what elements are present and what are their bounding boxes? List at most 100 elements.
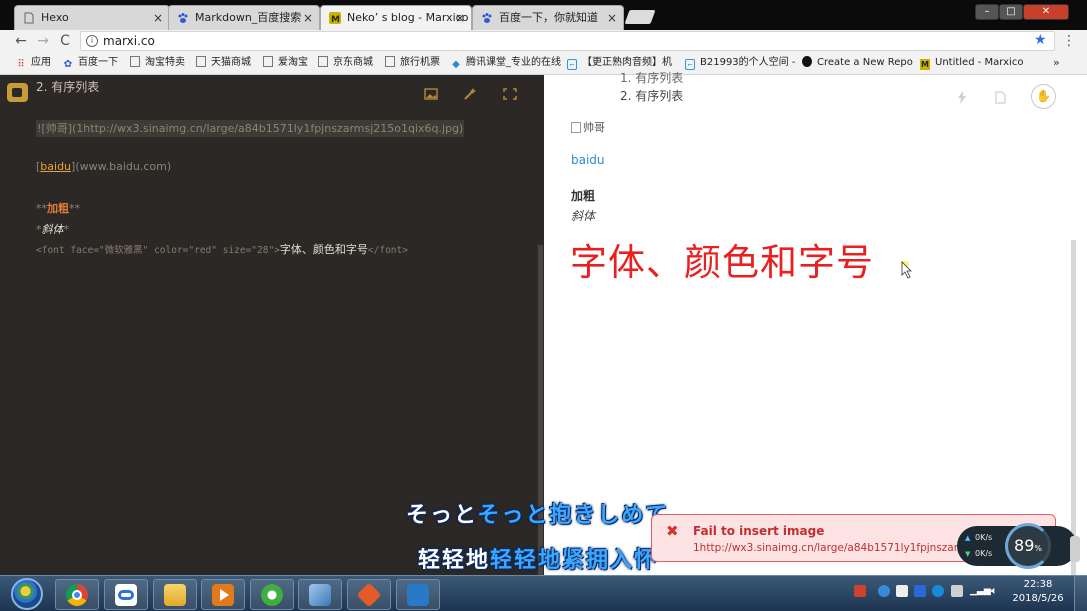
clock-date: 2018/5/26 (1012, 593, 1064, 604)
taskbar-app-blue[interactable] (298, 579, 342, 610)
image-alt-text: 帅哥 (583, 121, 605, 134)
tray-sogou-icon[interactable] (854, 585, 866, 597)
bookmark-tencent-classroom[interactable]: ◆ 腾讯课堂_专业的在线 (451, 56, 561, 70)
bookmark-tmall[interactable]: 天猫商城 (196, 56, 251, 70)
new-tab-button[interactable] (624, 10, 656, 24)
browser-titlebar: Hexo × Markdown_百度搜索 × M Neko’ s blog - … (0, 0, 1087, 31)
broken-image-icon (571, 122, 581, 133)
magic-wand-icon[interactable] (463, 88, 477, 100)
tray-shield-icon[interactable] (932, 585, 944, 597)
taskbar-git[interactable] (347, 579, 391, 610)
preview-bold: 加粗 (571, 189, 596, 203)
tab-markdown-search[interactable]: Markdown_百度搜索 × (168, 5, 320, 30)
font-tag-open: <font face="微软雅黑" color="red" size="28"> (36, 245, 280, 256)
volume-icon[interactable]: 🔈︎ (991, 585, 1003, 597)
download-arrow-icon: ▼ (965, 550, 971, 558)
widget-side-handle[interactable] (1070, 536, 1080, 562)
tab-hexo[interactable]: Hexo × (14, 5, 170, 30)
document-icon[interactable] (995, 91, 1006, 107)
info-icon[interactable]: i (86, 35, 98, 47)
tab-marxico-blog[interactable]: M Neko’ s blog - Marxico × (320, 5, 472, 31)
green-browser-icon (261, 584, 283, 606)
tab-close-icon[interactable]: × (607, 6, 617, 30)
preview-big-red-text: 字体、颜色和字号 (570, 241, 874, 284)
address-bar[interactable]: i marxi.co (80, 31, 1055, 51)
page-icon (196, 56, 206, 67)
download-speed: ▼ 0K/s (965, 549, 992, 558)
taskbar-browser-green[interactable] (250, 579, 294, 610)
bookmark-label: 应用 (31, 57, 51, 68)
reload-button[interactable]: C (56, 32, 74, 50)
app-window-icon (309, 584, 331, 606)
system-clock[interactable]: 22:38 2018/5/26 (1012, 578, 1064, 606)
bookmark-github[interactable]: Create a New Repo (802, 56, 913, 70)
fullscreen-icon[interactable] (503, 88, 517, 100)
memory-percent-sign: % (1034, 544, 1042, 553)
error-icon: ✖ (666, 522, 679, 540)
memory-gauge[interactable]: 89% (1005, 523, 1051, 569)
toast-title: Fail to insert image (693, 524, 825, 538)
clock-time: 22:38 (1023, 579, 1053, 590)
network-speed-widget[interactable]: ▲ 0K/s ▼ 0K/s 89% (957, 523, 1077, 569)
upload-speed-value: 0K/s (975, 533, 993, 542)
bookmark-taobao-sale[interactable]: 淘宝特卖 (130, 56, 185, 70)
bookmark-star-icon[interactable]: ★ (1034, 32, 1047, 48)
chrome-menu-button[interactable]: ⋮ (1062, 33, 1076, 49)
bilibili-icon: ⌐ (567, 59, 577, 70)
preview-link[interactable]: baidu (571, 153, 605, 167)
bookmark-bilibili-audio[interactable]: ⌐ 【更正熟肉音频】机 (567, 56, 672, 70)
tab-baidu[interactable]: 百度一下，你就知道 × (472, 5, 624, 30)
bookmark-ai-taobao[interactable]: 爱淘宝 (263, 56, 308, 70)
bookmark-apps[interactable]: ⠿ 应用 (16, 56, 51, 70)
taskbar-file-explorer[interactable] (153, 579, 197, 610)
bookmark-label: 天猫商城 (211, 57, 251, 68)
upload-arrow-icon: ▲ (965, 534, 971, 542)
network-signal-icon[interactable]: ▁▃▅ (970, 585, 991, 597)
bookmark-baidu[interactable]: ✿ 百度一下 (63, 56, 118, 70)
bookmark-jd[interactable]: 京东商城 (318, 56, 373, 70)
show-desktop-button[interactable] (1074, 576, 1087, 611)
github-icon (802, 56, 812, 67)
bookmark-marxico[interactable]: M Untitled - Marxico (920, 56, 1023, 70)
taskbar-media-player[interactable] (201, 579, 245, 610)
folder-icon (164, 584, 186, 606)
minimize-button[interactable]: – (975, 4, 999, 20)
editor-line-image: ![帅哥](1http://wx3.sinaimg.cn/large/a84b1… (36, 120, 465, 137)
tab-close-icon[interactable]: × (153, 6, 163, 30)
page-icon (24, 12, 34, 24)
start-button[interactable] (11, 578, 43, 610)
bookmark-label: 【更正熟肉音频】机 (582, 57, 672, 68)
restore-button[interactable]: □ (999, 4, 1023, 20)
preview-list-item-1: 1. 有序列表 (620, 71, 684, 85)
bookmark-label: 腾讯课堂_专业的在线 (466, 57, 561, 68)
mouse-cursor-icon (901, 261, 912, 279)
lightning-icon[interactable] (957, 91, 967, 107)
hand-toggle-icon[interactable]: ✋ (1031, 84, 1056, 109)
taskbar-vscode[interactable] (396, 579, 440, 610)
marxico-logo-icon[interactable] (7, 83, 28, 102)
tray-flag-icon[interactable] (951, 585, 963, 597)
font-tag-text: 字体、颜色和字号 (279, 243, 368, 256)
link-text: baidu (40, 160, 72, 173)
bookmarks-overflow-button[interactable]: » (1053, 56, 1060, 69)
bookmark-label: 旅行机票 (400, 57, 440, 68)
bookmark-travel[interactable]: 旅行机票 (385, 56, 440, 70)
tray-security-icon[interactable] (914, 585, 926, 597)
bookmark-label: 淘宝特卖 (145, 57, 185, 68)
tab-label: 百度一下，你就知道 (499, 11, 598, 24)
taskbar-baidu-netdisk[interactable] (104, 579, 148, 610)
navigation-bar: ← → C i marxi.co ★ ⋮ (0, 30, 1087, 52)
back-button[interactable]: ← (12, 32, 30, 50)
close-window-button[interactable]: ✕ (1023, 4, 1069, 20)
forward-button[interactable]: → (34, 32, 52, 50)
tray-app-icon[interactable] (878, 585, 890, 597)
tab-close-icon[interactable]: × (455, 6, 465, 30)
insert-image-icon[interactable] (424, 88, 438, 100)
tray-baidu-icon[interactable] (896, 585, 908, 597)
tab-close-icon[interactable]: × (303, 6, 313, 30)
bookmark-bilibili-space[interactable]: ⌐ B21993的个人空间 - (685, 56, 795, 70)
taskbar-chrome[interactable] (55, 579, 99, 610)
git-icon (356, 582, 382, 608)
preview-scrollbar[interactable] (1071, 240, 1076, 575)
italic-text: 斜体 (41, 223, 64, 236)
